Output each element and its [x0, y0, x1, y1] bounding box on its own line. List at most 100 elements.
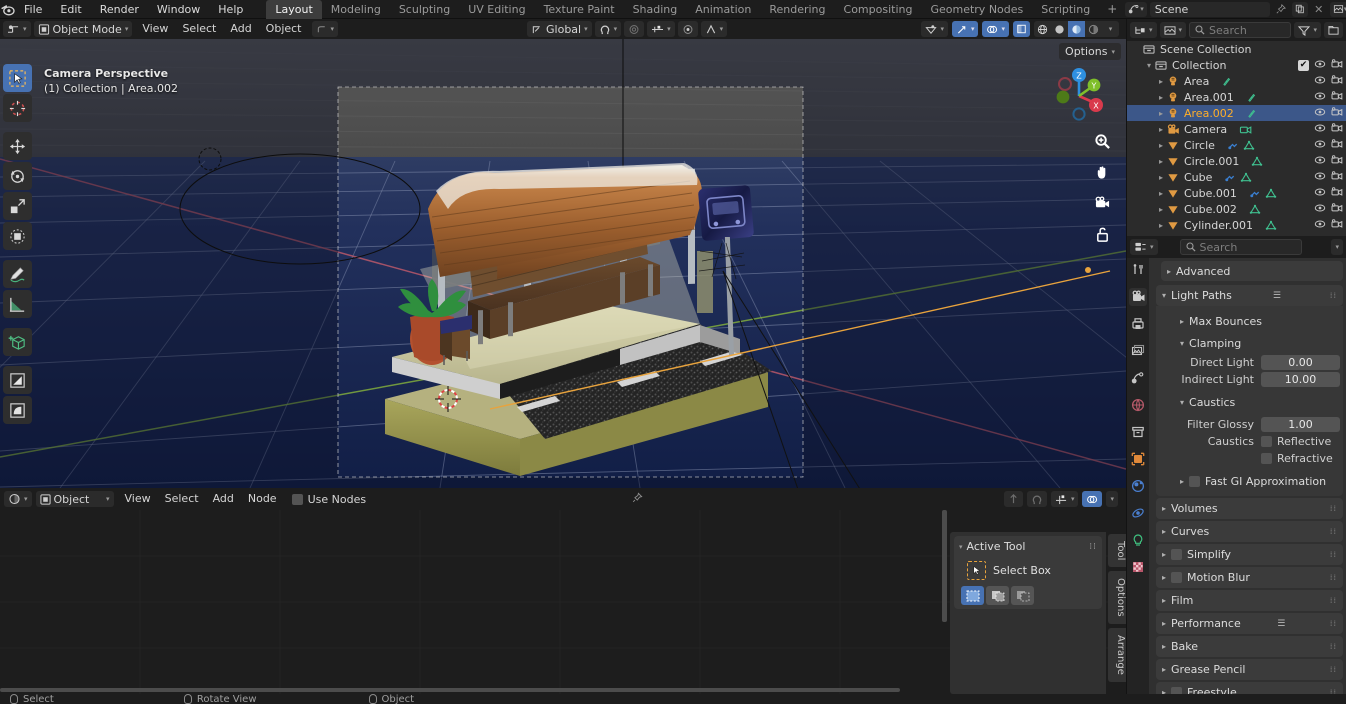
select-set-mode-icon[interactable]: [961, 586, 984, 605]
reflective-checkbox[interactable]: [1261, 435, 1272, 447]
outliner-row-area-001[interactable]: ▸ Area.001: [1127, 89, 1346, 105]
node-overlays-dropdown[interactable]: ▾: [1106, 491, 1118, 507]
menu-render[interactable]: Render: [91, 0, 148, 19]
node-editor-canvas[interactable]: ▾ Active Tool ⁞⁞ Select Box Tool Options…: [0, 510, 1126, 694]
node-parent-button[interactable]: [1003, 491, 1023, 507]
viewport-menu-object[interactable]: Object: [259, 21, 309, 37]
xray-icon[interactable]: [1013, 21, 1030, 37]
transform-orientation-selector[interactable]: Global ▾: [527, 21, 592, 37]
disclosure-triangle-icon[interactable]: ▸: [1155, 125, 1167, 134]
collection-checkbox[interactable]: ✔: [1298, 59, 1309, 71]
3d-viewport[interactable]: Camera Perspective (1) Collection | Area…: [0, 39, 1126, 488]
disclosure-triangle-icon[interactable]: ▸: [1155, 109, 1167, 118]
sidebar-tab-arrange[interactable]: Arrange: [1108, 628, 1126, 682]
properties-tab-modifiers[interactable]: [1129, 477, 1147, 495]
unlink-scene-icon[interactable]: ✕: [1311, 2, 1327, 17]
camera-view-icon[interactable]: [1092, 193, 1112, 213]
workspace-tab-geometry-nodes[interactable]: Geometry Nodes: [921, 0, 1032, 19]
fast-gi-checkbox[interactable]: [1189, 475, 1201, 487]
properties-tab-scene[interactable]: [1129, 369, 1147, 387]
select-extend-mode-icon[interactable]: [986, 586, 1009, 605]
render-camera-icon[interactable]: [1331, 218, 1343, 232]
panel-fast-gi-approximation[interactable]: ▸ Fast GI Approximation: [1174, 471, 1340, 491]
visibility-eye-icon[interactable]: [1314, 187, 1326, 200]
panel-drag-dots-icon[interactable]: ⁞⁞: [1330, 573, 1337, 582]
panel-bake[interactable]: ▸ Bake ⁞⁞: [1156, 636, 1343, 657]
tool-annotate[interactable]: [3, 260, 32, 288]
object-mode-selector[interactable]: Object Mode ▾: [33, 21, 133, 37]
viewport-menu-add[interactable]: Add: [223, 21, 258, 37]
workspace-tab-texture-paint[interactable]: Texture Paint: [535, 0, 624, 19]
falloff-curve-selector[interactable]: ▾: [700, 21, 728, 37]
sidebar-tab-tool[interactable]: Tool: [1108, 534, 1126, 568]
properties-tab-output[interactable]: [1129, 315, 1147, 333]
outliner-tree[interactable]: Scene Collection ▾ Collection ✔ ▸ Area ▸ Area.0…: [1127, 41, 1346, 236]
workspace-tab-compositing[interactable]: Compositing: [835, 0, 922, 19]
editor-type-button[interactable]: ▾: [3, 21, 31, 37]
outliner-row-cube[interactable]: ▸ Cube: [1127, 169, 1346, 185]
tool-bevel-corner[interactable]: [3, 396, 32, 424]
select-subtract-mode-icon[interactable]: [1011, 586, 1034, 605]
properties-tab-tool[interactable]: [1129, 261, 1147, 279]
node-snap-magnet-toggle[interactable]: [1026, 491, 1047, 507]
properties-content[interactable]: ▸ Advanced ▾ Light Paths ☰ ⁞⁞ ▸ Max Boun…: [1149, 258, 1346, 704]
panel-volumes[interactable]: ▸ Volumes ⁞⁞: [1156, 498, 1343, 519]
new-scene-icon[interactable]: [1291, 1, 1308, 17]
properties-search-input[interactable]: Search: [1179, 239, 1302, 255]
simplify-checkbox[interactable]: [1171, 549, 1183, 560]
disclosure-triangle-icon[interactable]: ▸: [1155, 205, 1167, 214]
tool-add-cube[interactable]: [3, 328, 32, 356]
panel-motion-blur[interactable]: ▸ Motion Blur ⁞⁞: [1156, 567, 1343, 588]
render-camera-icon[interactable]: [1331, 106, 1343, 120]
outliner-row-circle[interactable]: ▸ Circle: [1127, 137, 1346, 153]
workspace-tab-sculpting[interactable]: Sculpting: [390, 0, 459, 19]
disclosure-triangle-icon[interactable]: ▸: [1155, 189, 1167, 198]
tool-select-box[interactable]: [3, 64, 32, 92]
viewport-overlays-toggle[interactable]: ▾: [982, 21, 1009, 37]
outliner-row-collection[interactable]: ▾ Collection ✔: [1127, 57, 1346, 73]
viewport-options-dropdown[interactable]: Options ▾: [1059, 43, 1121, 60]
xray-toggle[interactable]: [1013, 21, 1030, 37]
disclosure-triangle-icon[interactable]: ▸: [1155, 221, 1167, 230]
panel-max-bounces[interactable]: ▸ Max Bounces: [1174, 311, 1340, 331]
scene-name-field[interactable]: Scene: [1149, 1, 1270, 17]
viewport-visibility-dropdown[interactable]: ▾: [921, 21, 948, 37]
outliner-row-cube-001[interactable]: ▸ Cube.001: [1127, 185, 1346, 201]
properties-tab-collection[interactable]: [1129, 423, 1147, 441]
proportional-edit-toggle[interactable]: [624, 21, 645, 37]
disclosure-triangle-icon[interactable]: ▸: [1155, 77, 1167, 86]
workspace-tab-layout[interactable]: Layout: [266, 0, 322, 19]
panel-drag-dots-icon[interactable]: ⁞⁞: [1330, 665, 1337, 674]
node-editor-type-button[interactable]: ▾: [4, 491, 32, 507]
visibility-eye-icon[interactable]: [1314, 107, 1326, 120]
panel-drag-dots-icon[interactable]: ⁞⁞: [1330, 291, 1337, 300]
menu-file[interactable]: File: [15, 0, 51, 19]
outliner-editor-type-button[interactable]: ▾: [1130, 22, 1157, 38]
disclosure-triangle-icon[interactable]: ▸: [1155, 173, 1167, 182]
shading-mode-group[interactable]: ▾: [1034, 21, 1119, 37]
render-camera-icon[interactable]: [1331, 202, 1343, 216]
active-tool-panel-header[interactable]: ▾ Active Tool ⁞⁞: [959, 540, 1097, 553]
preset-list-icon[interactable]: ☰: [1273, 291, 1281, 301]
render-camera-icon[interactable]: [1331, 154, 1343, 168]
tool-transform[interactable]: [3, 222, 32, 250]
disclosure-triangle-icon[interactable]: ▸: [1155, 93, 1167, 102]
tool-move[interactable]: [3, 132, 32, 160]
visibility-eye-icon[interactable]: [1314, 91, 1326, 104]
menu-window[interactable]: Window: [148, 0, 209, 19]
outliner-filter-button[interactable]: ▾: [1294, 22, 1321, 38]
node-menu-node[interactable]: Node: [241, 491, 284, 507]
outliner-display-mode-button[interactable]: ▾: [1159, 22, 1187, 38]
pin-scene-icon[interactable]: [1273, 2, 1289, 17]
panel-performance[interactable]: ▸ Performance ☰ ⁞⁞: [1156, 613, 1343, 634]
panel-drag-dots-icon[interactable]: ⁞⁞: [1330, 596, 1337, 605]
visibility-eye-icon[interactable]: [1314, 171, 1326, 184]
render-camera-icon[interactable]: [1331, 170, 1343, 184]
panel-simplify[interactable]: ▸ Simplify ⁞⁞: [1156, 544, 1343, 565]
panel-drag-dots-icon[interactable]: ⁞⁞: [1330, 504, 1337, 513]
active-tool-row[interactable]: Select Box: [967, 561, 1097, 580]
node-overlays-toggle[interactable]: [1082, 491, 1103, 507]
panel-clamping[interactable]: ▾ Clamping: [1174, 333, 1340, 353]
motion-blur-checkbox[interactable]: [1171, 572, 1183, 583]
tool-shear[interactable]: [3, 366, 32, 394]
